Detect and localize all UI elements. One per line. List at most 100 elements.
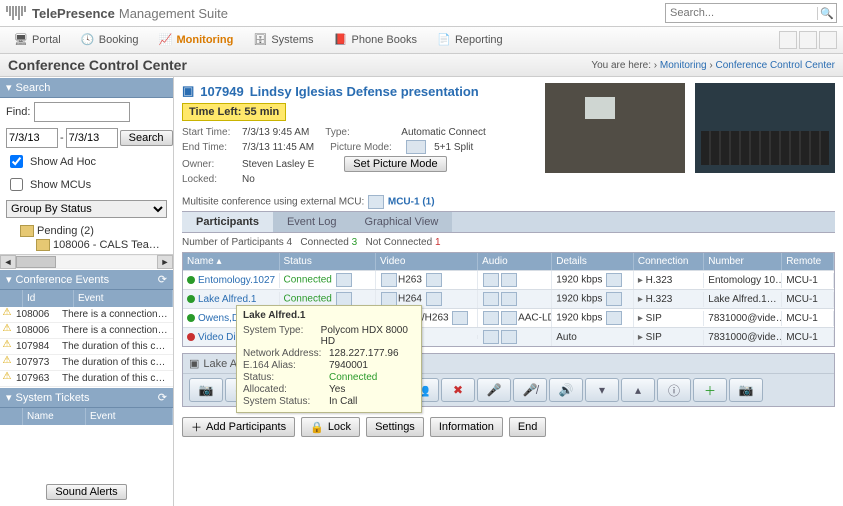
pcol-video[interactable]: Video [376,253,478,270]
refresh-icon[interactable]: ⟳ [158,391,167,404]
tree-scrollbar[interactable]: ◄ ► [0,254,173,269]
tab-eventlog[interactable]: Event Log [273,212,351,232]
scroll-thumb[interactable] [16,256,56,268]
action-mute-audio[interactable]: ✖ [441,378,475,402]
action-snapshot[interactable]: 📷 [729,378,763,402]
group-by-select[interactable]: Group By Status [6,200,167,218]
scroll-right-icon[interactable]: ► [157,255,173,269]
lock-icon: 🔒 [310,421,324,434]
action-volume[interactable]: 🔊 [549,378,583,402]
nav-util-3[interactable] [819,31,837,49]
add-participants-button[interactable]: ＋Add Participants [182,417,295,437]
pcol-name[interactable]: Name ▴ [183,253,280,270]
action-mic-on[interactable]: 🎤 [477,378,511,402]
information-button[interactable]: Information [430,417,503,437]
show-adhoc-checkbox[interactable] [10,155,23,168]
portal-icon: 🖥 [14,33,28,47]
video-icon [336,273,352,287]
pcol-status[interactable]: Status [280,253,377,270]
tab-participants[interactable]: Participants [182,212,273,232]
search-button[interactable]: Search [120,130,173,146]
collapse-icon[interactable]: ▾ [6,273,12,286]
video-icon [336,292,352,306]
search-panel-header[interactable]: ▾ Search [0,77,173,98]
action-vol-down[interactable]: ▾ [585,378,619,402]
nav-phonebooks[interactable]: 📕Phone Books [326,31,425,49]
lock-button[interactable]: 🔒Lock [301,417,360,437]
col-name[interactable]: Name [23,408,86,425]
sys-tickets-header[interactable]: ▾ System Tickets ⟳ [0,387,173,408]
pcol-details[interactable]: Details [552,253,634,270]
nav-booking[interactable]: 🕓Booking [73,31,147,49]
layout-icon [426,273,442,287]
event-row[interactable]: ⚠108006There is a connection… [0,307,173,323]
sound-alerts-button[interactable]: Sound Alerts [46,484,126,500]
col-icon [0,290,23,307]
video-preview-1 [545,83,685,173]
nav-portal[interactable]: 🖥Portal [6,31,69,49]
event-row[interactable]: ⚠107963The duration of this c… [0,371,173,387]
reporting-icon: 📄 [437,33,451,47]
refresh-icon[interactable]: ⟳ [158,273,167,286]
page-title: Conference Control Center [8,57,187,73]
warning-icon: ⚠ [0,323,14,338]
end-button[interactable]: End [509,417,547,437]
tooltip-title: Lake Alfred.1 [243,310,415,321]
conference-tree[interactable]: Pending (2) 108006 - CALS Tea… [0,222,173,254]
plus-icon: ＋ [191,419,202,435]
nav-util-1[interactable] [779,31,797,49]
action-camera[interactable]: 📷 [189,378,223,402]
tree-pending[interactable]: Pending (2) [2,224,171,238]
crumb-ccc[interactable]: Conference Control Center [715,60,835,71]
crumb-monitoring[interactable]: Monitoring [660,60,707,71]
pcol-number[interactable]: Number [704,253,782,270]
set-picture-mode-button[interactable]: Set Picture Mode [344,156,446,172]
global-search-input[interactable] [666,7,817,19]
conf-events-header[interactable]: ▾ Conference Events ⟳ [0,269,173,290]
monitoring-icon: 📈 [159,33,173,47]
nav-monitoring[interactable]: 📈Monitoring [151,31,242,49]
action-vol-up[interactable]: ▴ [621,378,655,402]
collapse-icon[interactable]: ▾ [6,391,12,404]
pcol-conn[interactable]: Connection [634,253,704,270]
participant-row[interactable]: Entomology.1027Connected H263 1920 kbps … [183,270,834,289]
warning-icon: ⚠ [0,339,14,354]
systems-icon: 🗄 [253,33,267,47]
date-from-input[interactable] [6,128,58,148]
settings-button[interactable]: Settings [366,417,424,437]
scroll-left-icon[interactable]: ◄ [0,255,16,269]
search-icon[interactable]: 🔍 [817,7,836,20]
speaker-icon [501,273,517,287]
event-row[interactable]: ⚠107984The duration of this c… [0,339,173,355]
global-search[interactable]: 🔍 [665,3,837,23]
nav-systems[interactable]: 🗄Systems [245,31,321,49]
col-event[interactable]: Event [74,290,173,307]
tab-graphical[interactable]: Graphical View [351,212,453,232]
collapse-icon[interactable]: ▾ [6,81,12,94]
find-input[interactable] [34,102,130,122]
mic-icon [483,330,499,344]
nav-reporting[interactable]: 📄Reporting [429,31,511,49]
mic-icon [483,292,499,306]
event-row[interactable]: ⚠108006There is a connection… [0,323,173,339]
pcol-audio[interactable]: Audio [478,253,552,270]
time-left-badge: Time Left: 55 min [182,103,286,121]
show-mcus-checkbox[interactable] [10,178,23,191]
event-row[interactable]: ⚠107973The duration of this c… [0,355,173,371]
col-event2[interactable]: Event [86,408,173,425]
folder-icon [20,225,34,237]
date-to-input[interactable] [66,128,118,148]
pcol-remote[interactable]: Remote [782,253,834,270]
col-id[interactable]: Id [23,290,74,307]
action-mic-off[interactable]: 🎤̸ [513,378,547,402]
tree-item-1[interactable]: 108006 - CALS Tea… [2,238,171,252]
mcu-info: Multisite conference using external MCU:… [174,193,843,211]
conference-title: Lindsy Iglesias Defense presentation [250,84,479,99]
warning-icon: ⚠ [0,307,14,322]
action-info[interactable]: ⓘ [657,378,691,402]
brand-suite: Management Suite [119,6,228,21]
nav-util-2[interactable] [799,31,817,49]
booking-icon: 🕓 [81,33,95,47]
stats-icon [606,292,622,306]
action-add[interactable]: ＋ [693,378,727,402]
